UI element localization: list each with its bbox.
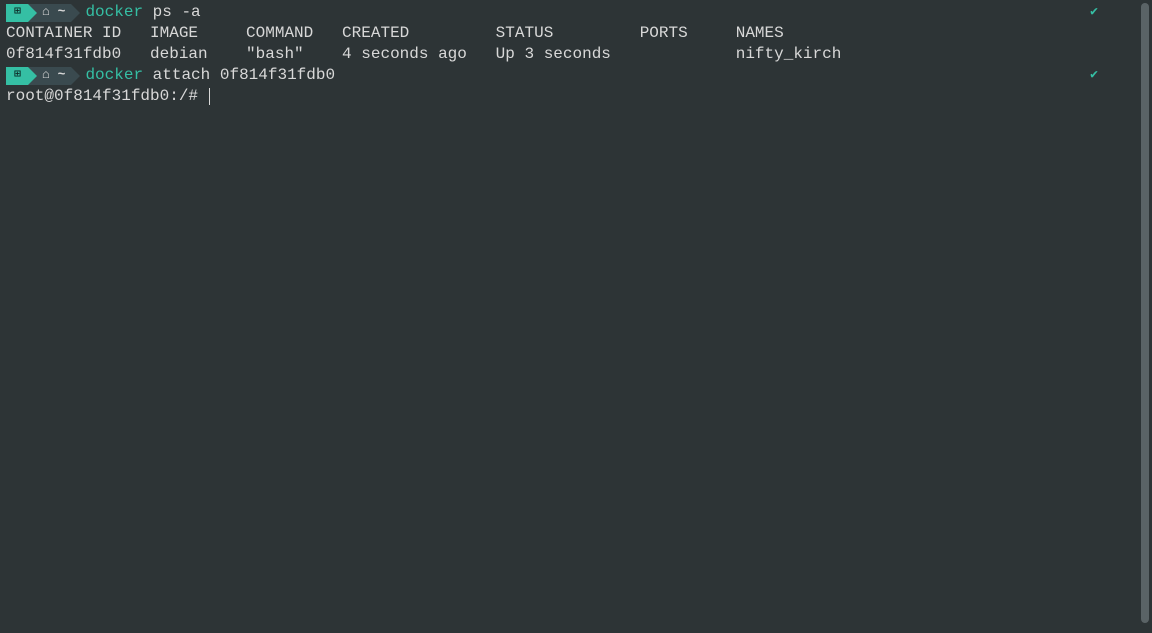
command-2: docker attach 0f814f31fdb0 <box>85 65 335 86</box>
ps-data-row: 0f814f31fdb0 debian "bash" 4 seconds ago… <box>6 44 1130 65</box>
path-tilde: ~ <box>58 67 66 84</box>
path-tilde: ~ <box>58 4 66 21</box>
cmd-name: docker <box>85 3 143 21</box>
distro-logo-badge: ⊞ <box>6 4 28 22</box>
scrollbar[interactable] <box>1141 3 1149 623</box>
shell-prompt-text: root@0f814f31fdb0:/# <box>6 87 208 105</box>
distro-logo-badge: ⊞ <box>6 67 28 85</box>
status-check-icon: ✔ <box>1090 67 1098 84</box>
command-1: docker ps -a <box>85 2 200 23</box>
home-icon: ⌂ <box>42 67 50 84</box>
cmd-args: attach 0f814f31fdb0 <box>143 66 335 84</box>
home-icon: ⌂ <box>42 4 50 21</box>
container-shell-prompt[interactable]: root@0f814f31fdb0:/# <box>6 86 1130 107</box>
prompt-line-1: ⊞ ⌂ ~ docker ps -a ✔ <box>6 2 1130 23</box>
prompt-line-2: ⊞ ⌂ ~ docker attach 0f814f31fdb0 ✔ <box>6 65 1130 86</box>
terminal-area[interactable]: ⊞ ⌂ ~ docker ps -a ✔ CONTAINER ID IMAGE … <box>0 0 1136 109</box>
cursor <box>209 88 211 105</box>
ps-header-row: CONTAINER ID IMAGE COMMAND CREATED STATU… <box>6 23 1130 44</box>
cmd-args: ps -a <box>143 3 201 21</box>
status-check-icon: ✔ <box>1090 4 1098 21</box>
cmd-name: docker <box>85 66 143 84</box>
